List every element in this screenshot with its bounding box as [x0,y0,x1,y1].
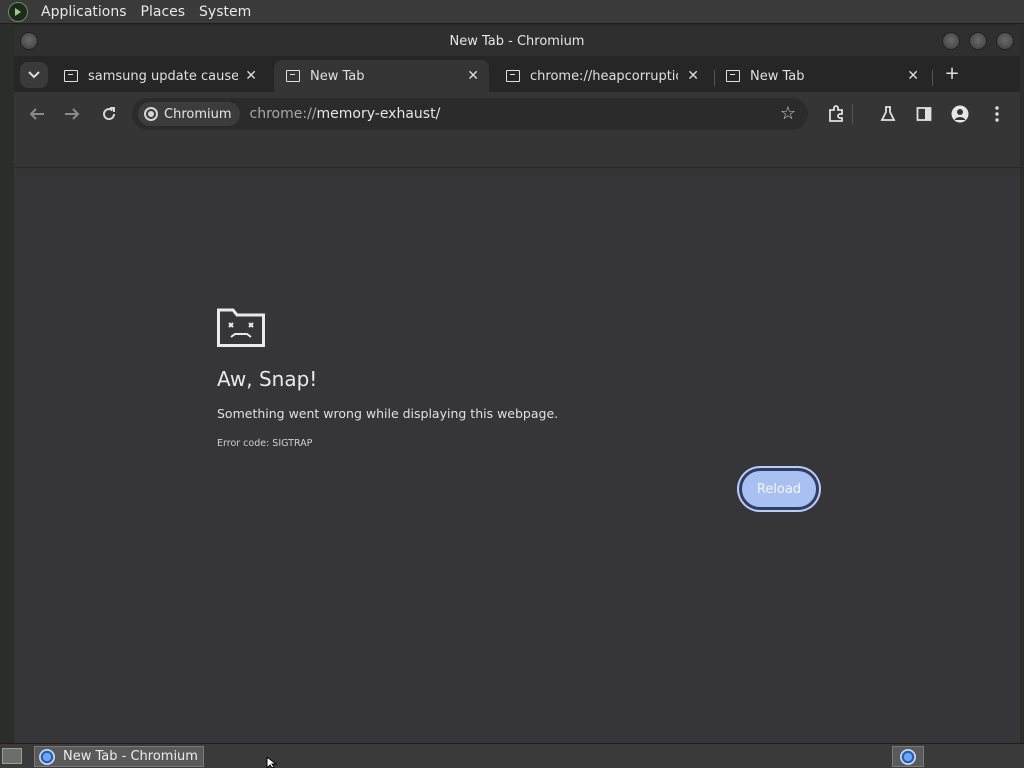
avatar-icon [951,105,969,123]
labs-button[interactable] [877,103,899,125]
chromium-icon [39,748,55,765]
close-tab-icon[interactable]: ✕ [245,68,257,84]
chromium-icon [144,107,158,121]
menu-applications[interactable]: Applications [34,4,134,20]
desktop-edge-right [1020,25,1024,743]
tab-2[interactable]: chrome://heapcorruption ✕ [494,60,709,92]
tab-title: chrome://heapcorruption [530,68,678,84]
close-tab-icon[interactable]: ✕ [467,68,479,84]
taskbar-window-label: New Tab - Chromium [63,749,198,764]
error-message: Something went wrong while displaying th… [217,406,559,421]
sad-tab-icon [506,70,520,82]
url-prefix: chrome:// [249,106,317,122]
system-panel: Applications Places System [0,0,1024,24]
distro-logo-icon[interactable] [8,1,28,22]
menu-button[interactable] [986,103,1008,125]
mouse-cursor-icon [266,757,278,768]
taskbar: New Tab - Chromium [0,743,1024,768]
new-tab-button[interactable]: + [942,64,962,84]
browser-toolbar: Chromium chrome://memory-exhaust/ ☆ [14,92,1020,136]
site-chip-label: Chromium [164,106,232,122]
refresh-icon [103,107,116,121]
tray-chromium-button[interactable] [892,746,924,767]
url-host: memory-exhaust/ [316,106,441,122]
taskbar-window-button[interactable]: New Tab - Chromium [34,746,204,767]
side-panel-button[interactable] [913,103,935,125]
arrow-right-icon [65,108,80,120]
profile-button[interactable] [949,103,971,125]
tab-title: New Tab [750,68,805,84]
minimize-button[interactable] [942,32,960,50]
window-titlebar[interactable]: New Tab - Chromium [14,26,1020,56]
close-tab-icon[interactable]: ✕ [687,68,699,84]
site-info-chip[interactable]: Chromium [138,102,240,126]
window-menu-button[interactable] [20,32,38,50]
tab-0[interactable]: samsung update cause gre ✕ [52,60,267,92]
menu-places[interactable]: Places [134,4,193,20]
window-title: New Tab - Chromium [449,33,585,49]
close-window-button[interactable] [996,32,1014,50]
sad-folder-icon [217,308,265,347]
forward-button[interactable] [61,103,83,125]
show-desktop-icon[interactable] [2,748,22,764]
tab-title: New Tab [310,68,365,84]
puzzle-icon [829,105,843,122]
error-title: Aw, Snap! [217,367,318,391]
side-panel-icon [916,107,932,121]
kebab-menu-icon [995,106,999,122]
sad-tab-icon [64,70,78,82]
close-tab-icon[interactable]: ✕ [907,68,919,84]
tab-1[interactable]: New Tab ✕ [274,60,489,92]
tab-strip: samsung update cause gre ✕ New Tab ✕ chr… [14,56,1020,92]
flask-icon [880,106,896,121]
arrow-left-icon [29,108,44,120]
reload-toolbar-button[interactable] [98,103,120,125]
browser-window: New Tab - Chromium samsung update cause … [14,26,1020,743]
sad-tab-icon [286,70,300,82]
tab-search-button[interactable] [20,62,48,88]
extensions-button[interactable] [825,103,847,125]
reload-button[interactable]: Reload [739,468,819,510]
sad-tab-icon [726,70,740,82]
error-page: Aw, Snap! Something went wrong while dis… [14,176,1020,743]
bookmark-star-icon[interactable]: ☆ [780,103,796,124]
chevron-down-icon [28,71,40,79]
tab-title: samsung update cause gre [88,68,238,84]
menu-system[interactable]: System [192,4,258,20]
maximize-button[interactable] [969,32,987,50]
error-code: Error code: SIGTRAP [217,438,313,449]
desktop-edge [0,25,14,743]
address-bar[interactable]: Chromium chrome://memory-exhaust/ ☆ [132,98,808,130]
chromium-icon [900,748,916,765]
tab-3[interactable]: New Tab ✕ [714,60,929,92]
tab-separator [932,70,933,86]
url-text[interactable]: chrome://memory-exhaust/ [250,106,441,122]
bookmark-bar [14,136,1020,168]
back-button[interactable] [26,103,48,125]
toolbar-separator [852,104,853,124]
